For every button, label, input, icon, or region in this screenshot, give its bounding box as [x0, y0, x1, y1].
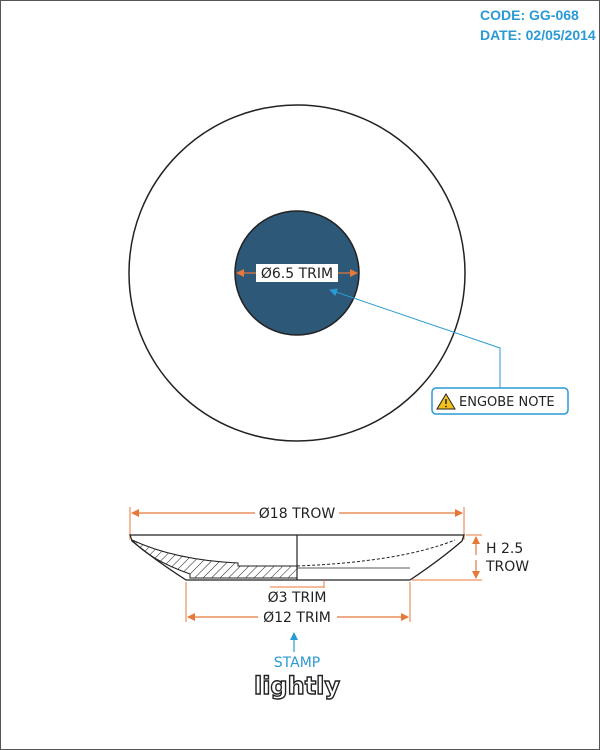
height-label-line2: TROW: [485, 559, 529, 575]
engobe-note-label: ENGOBE NOTE: [459, 395, 555, 410]
brand-logo: lightly: [254, 672, 340, 700]
top-view: Ø6.5 TRIM ENGOBE NOTE: [128, 104, 569, 442]
drawing-date: DATE: 02/05/2014: [480, 27, 596, 43]
drawing-sheet: CODE: GG-068 DATE: 02/05/2014 Ø6.5 TRIM …: [0, 0, 600, 750]
foot-diameter-label: Ø3 TRIM: [268, 590, 327, 606]
base-diameter-label: Ø12 TRIM: [263, 610, 331, 626]
side-view: Ø18 TROW H 2.5 TROW Ø3 TRIM Ø12 TRIM: [129, 506, 529, 652]
technical-drawing: CODE: GG-068 DATE: 02/05/2014 Ø6.5 TRIM …: [0, 0, 600, 750]
stamp-label: STAMP: [274, 655, 320, 671]
bowl-hidden-line: [296, 539, 456, 567]
top-diameter-label: Ø18 TROW: [259, 506, 336, 522]
height-label-line1: H 2.5: [486, 541, 523, 557]
drawing-code: CODE: GG-068: [480, 7, 579, 23]
inner-diameter-label: Ø6.5 TRIM: [261, 266, 333, 282]
